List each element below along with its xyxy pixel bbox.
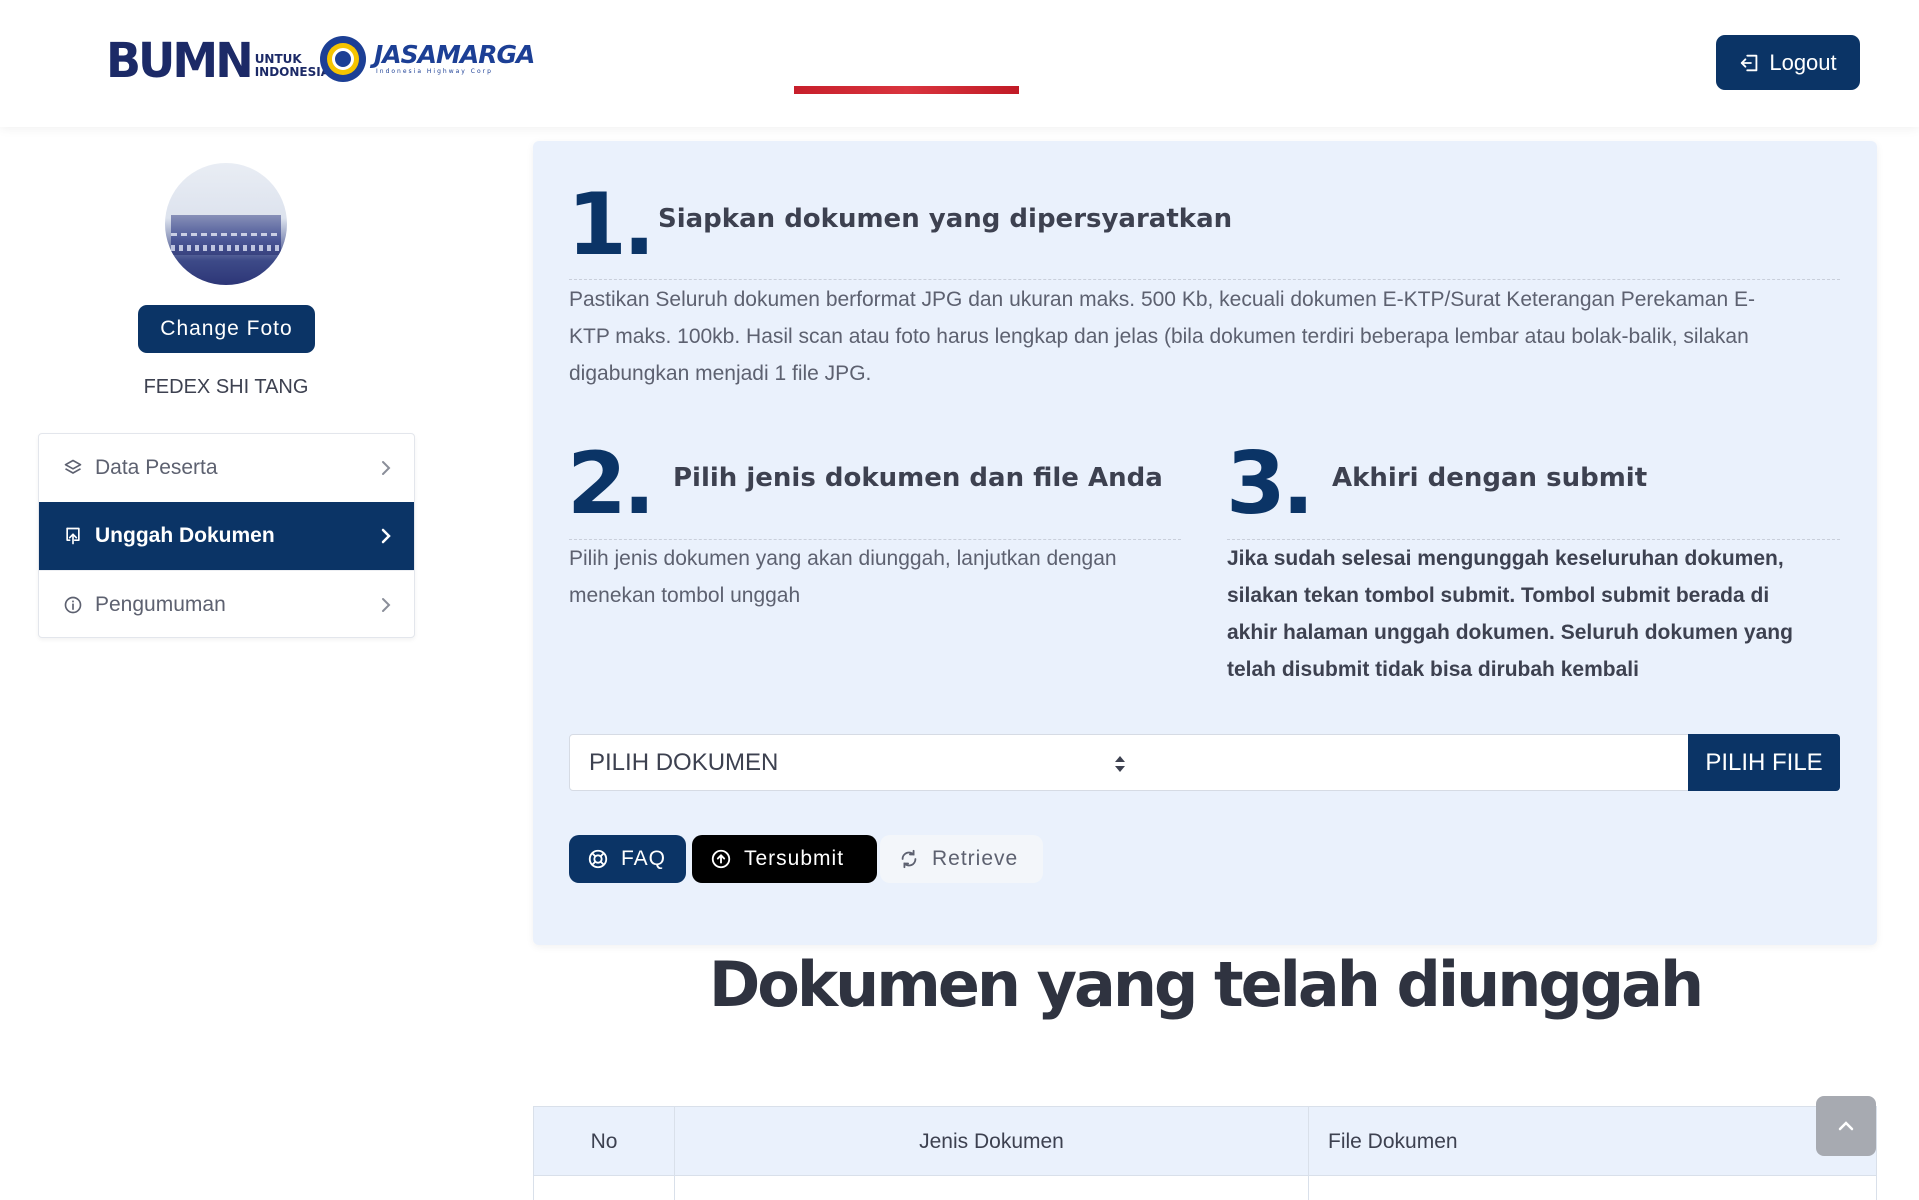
sidebar-menu: Data Peserta Unggah Dokumen Pengumuman (38, 433, 415, 638)
jasamarga-logo-tagline: Indonesia Highway Corp (376, 68, 493, 75)
jasamarga-logo-text: JASAMARGA (374, 40, 535, 69)
step-1-divider (569, 279, 1840, 280)
sidebar-item-label: Unggah Dokumen (95, 524, 275, 547)
step-2-number: 2. (567, 434, 655, 534)
sidebar-item-label: Data Peserta (95, 456, 218, 479)
submitted-label: Tersubmit (744, 847, 845, 870)
table-row-cell (534, 1176, 675, 1200)
table-row-cell (675, 1176, 1309, 1200)
submitted-button[interactable]: Tersubmit (692, 835, 877, 883)
column-header-file-dokumen: File Dokumen (1328, 1129, 1458, 1153)
user-name: FEDEX SHI TANG (143, 376, 309, 398)
chevron-right-icon (381, 528, 391, 544)
bumn-logo-sub1: UNTUK (254, 52, 302, 66)
step-1-title: Siapkan dokumen yang dipersyaratkan (658, 204, 1233, 234)
sidebar-item-data-peserta[interactable]: Data Peserta (39, 434, 414, 502)
file-name-field[interactable] (1141, 734, 1689, 791)
document-thumbnail[interactable] (794, 86, 1019, 94)
choose-file-button[interactable]: PILIH FILE (1688, 734, 1840, 791)
column-header-no: No (534, 1107, 675, 1176)
document-type-select[interactable]: PILIH DOKUMEN (569, 734, 1142, 791)
jasamarga-emblem-icon (320, 36, 366, 82)
upload-icon (61, 524, 85, 548)
lifebuoy-icon (588, 849, 608, 869)
step-2-title: Pilih jenis dokumen dan file Anda (673, 463, 1163, 493)
bumn-logo[interactable]: BUMN UNTUK INDONESIA (106, 36, 330, 84)
step-3-line: akhir halaman unggah dokumen. Seluruh do… (1227, 621, 1793, 644)
retrieve-label: Retrieve (932, 847, 1019, 870)
step-2-line: menekan tombol unggah (569, 584, 801, 607)
document-type-select-value: PILIH DOKUMEN (589, 748, 779, 776)
chevron-right-icon (382, 461, 391, 475)
step-1-line: KTP maks. 100kb. Hasil scan atau foto ha… (569, 325, 1749, 348)
arrow-up-circle-icon (711, 849, 731, 869)
refresh-icon (901, 849, 917, 869)
bumn-logo-text: BUMN (106, 31, 254, 89)
logout-icon (1741, 54, 1758, 71)
step-3-title: Akhiri dengan submit (1332, 463, 1648, 493)
step-1-line: digabungkan menjadi 1 file JPG. (569, 362, 872, 385)
step-3-description: Jika sudah selesai mengunggah keseluruha… (1227, 540, 1867, 688)
step-2-line: Pilih jenis dokumen yang akan diunggah, … (569, 547, 1117, 570)
uploaded-documents-heading: Dokumen yang telah diunggah (708, 948, 1704, 1021)
avatar (165, 163, 287, 285)
sidebar-item-pengumuman[interactable]: Pengumuman (39, 570, 414, 638)
bumn-logo-sub2: INDONESIA (254, 65, 330, 79)
avatar-building-photo (171, 215, 281, 255)
step-2-description: Pilih jenis dokumen yang akan diunggah, … (569, 540, 1181, 614)
layers-icon (61, 456, 85, 480)
logout-label: Logout (1769, 49, 1837, 75)
top-navbar: BUMN UNTUK INDONESIA JASAMARGA Indonesia… (0, 0, 1919, 127)
info-icon (61, 593, 85, 617)
step-1-description: Pastikan Seluruh dokumen berformat JPG d… (569, 281, 1859, 392)
logout-button[interactable]: Logout (1716, 35, 1860, 90)
step-3-line: Jika sudah selesai mengunggah keseluruha… (1227, 547, 1784, 570)
column-header-jenis-dokumen: Jenis Dokumen (675, 1107, 1309, 1176)
jasamarga-logo[interactable]: JASAMARGA Indonesia Highway Corp (320, 34, 535, 84)
sidebar-item-unggah-dokumen[interactable]: Unggah Dokumen (39, 502, 414, 570)
chevron-right-icon (382, 598, 391, 612)
change-photo-button[interactable]: Change Foto (138, 305, 315, 353)
chevron-up-icon (1838, 1121, 1854, 1131)
step-1-number: 1. (567, 175, 655, 275)
select-arrows-icon (1115, 756, 1125, 772)
retrieve-button[interactable]: Retrieve (880, 835, 1043, 883)
table-header: No Jenis Dokumen File Dokumen (534, 1107, 1876, 1176)
step-3-line: telah disubmit tidak bisa dirubah kembal… (1227, 658, 1639, 681)
sidebar-item-label: Pengumuman (95, 592, 226, 616)
step-3-number: 3. (1226, 434, 1314, 534)
faq-button[interactable]: FAQ (569, 835, 686, 883)
scroll-to-top-button[interactable] (1816, 1096, 1876, 1156)
faq-label: FAQ (621, 847, 667, 870)
step-1-line: Pastikan Seluruh dokumen berformat JPG d… (569, 288, 1755, 311)
uploaded-documents-table: No Jenis Dokumen File Dokumen (533, 1106, 1877, 1200)
step-3-line: silakan tekan tombol submit. Tombol subm… (1227, 584, 1770, 607)
